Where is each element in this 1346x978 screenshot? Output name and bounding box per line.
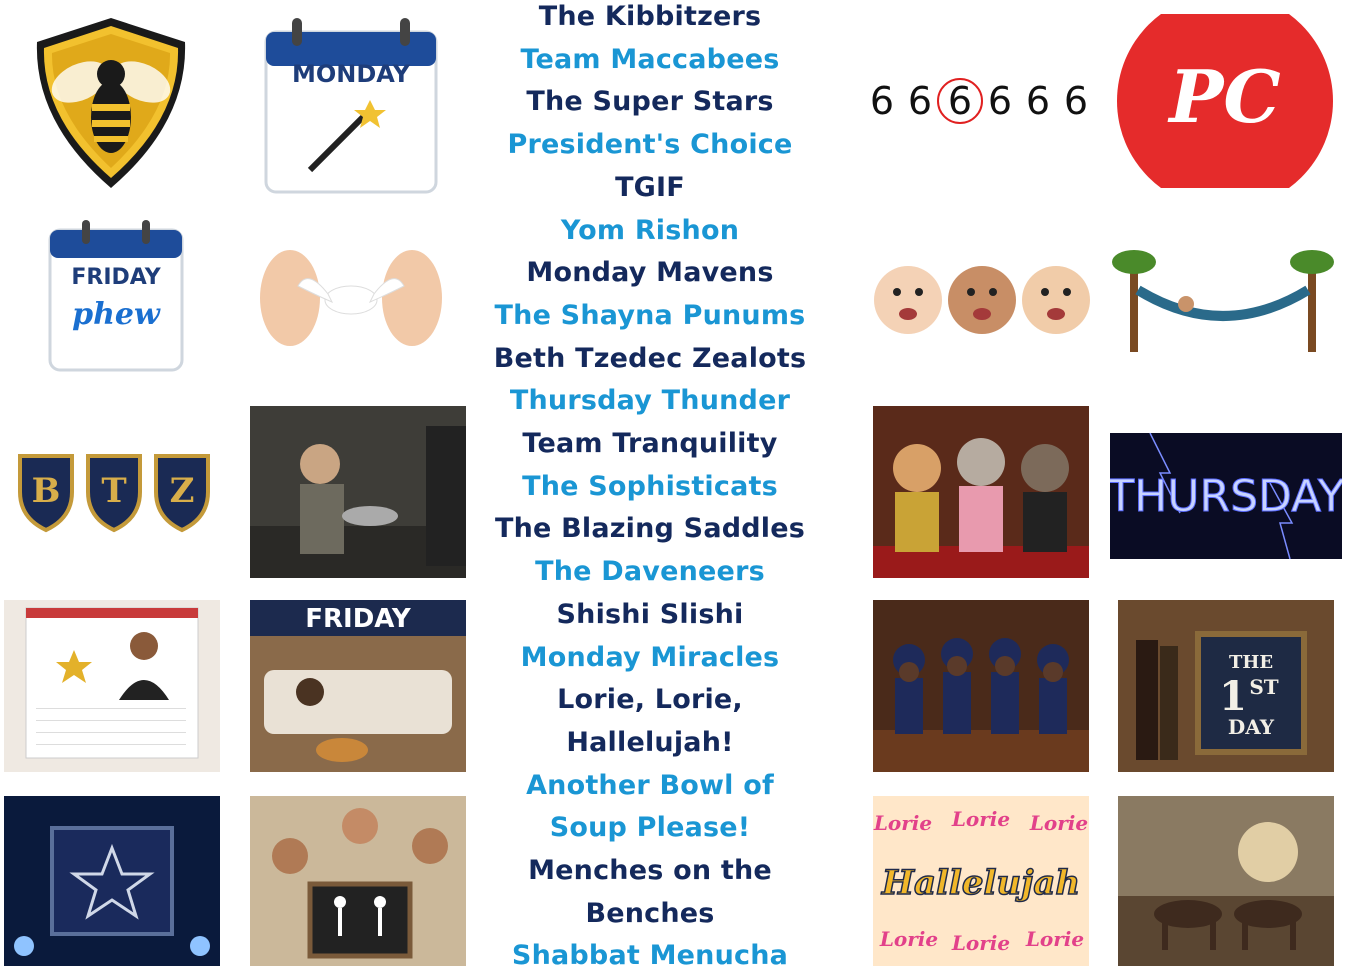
team-name: The Shayna Punums <box>494 299 806 331</box>
hammock-image <box>1112 246 1334 358</box>
svg-text:6: 6 <box>988 79 1012 123</box>
circled-six-image: 6 6 6 6 6 6 <box>858 56 1102 148</box>
team-name: Benches <box>585 897 715 929</box>
team-name: The Daveneers <box>535 556 765 588</box>
baby-faces-image <box>866 238 1098 360</box>
team-name: The Blazing Saddles <box>494 513 806 545</box>
star-frame-image <box>4 796 220 966</box>
svg-text:6: 6 <box>1064 79 1088 123</box>
thursday-lightning-image: THURSDAY <box>1110 433 1342 559</box>
team-name: Monday Mavens <box>526 257 774 289</box>
team-name: Hallelujah! <box>566 726 734 758</box>
friday-phew-calendar-image: FRIDAY phew <box>20 212 216 384</box>
team-name: Beth Tzedec Zealots <box>493 342 807 374</box>
lorie-hallelujah-image: Lorie Lorie Lorie Hallelujah Lorie Lorie… <box>873 796 1089 966</box>
svg-text:Lorie: Lorie <box>1029 811 1088 835</box>
svg-text:Lorie: Lorie <box>951 931 1010 955</box>
team-name: TGIF <box>615 171 685 203</box>
svg-text:Lorie: Lorie <box>1025 927 1084 951</box>
oliver-soup-bowl-image <box>250 406 466 578</box>
svg-text:1: 1 <box>1219 673 1247 720</box>
monday-calendar-image: MONDAY <box>250 10 450 196</box>
plush-rabbis-image <box>873 600 1089 772</box>
svg-text:Z: Z <box>170 471 195 511</box>
svg-text:FRIDAY: FRIDAY <box>71 265 161 290</box>
svg-text:6: 6 <box>870 79 894 123</box>
team-names-list: The Kibbitzers Team Maccabees The Super … <box>475 0 825 978</box>
team-name: Team Maccabees <box>520 43 780 75</box>
svg-text:T: T <box>101 471 126 511</box>
sophisticats-image <box>873 406 1089 578</box>
svg-text:DAY: DAY <box>1228 715 1275 739</box>
svg-text:Lorie: Lorie <box>879 927 938 951</box>
team-name: Another Bowl of <box>526 769 774 801</box>
team-name: Monday Miracles <box>520 641 780 673</box>
svg-text:Lorie: Lorie <box>951 807 1010 831</box>
team-name: Shishi Slishi <box>556 598 744 630</box>
team-name: Thursday Thunder <box>509 385 791 417</box>
team-name: Menches on the <box>528 855 772 887</box>
team-name: Lorie, Lorie, <box>557 684 743 716</box>
svg-text:B: B <box>32 471 61 511</box>
svg-text:6: 6 <box>908 79 932 123</box>
svg-text:Hallelujah: Hallelujah <box>881 863 1080 903</box>
ears-dove-image <box>248 216 454 380</box>
horses-sunset-image <box>1118 796 1334 966</box>
pc-logo-image: PC <box>1116 14 1334 188</box>
svg-text:MONDAY: MONDAY <box>292 60 411 88</box>
team-name: Shabbat Menucha <box>511 940 789 972</box>
svg-text:ST: ST <box>1249 675 1278 699</box>
team-name: President's Choice <box>507 129 793 161</box>
desk-calendar-woman-image <box>4 600 220 772</box>
team-name: Soup Please! <box>549 812 751 844</box>
svg-text:PC: PC <box>1167 54 1280 139</box>
team-name: The Super Stars <box>526 86 774 118</box>
bee-shield-image <box>20 12 202 194</box>
first-day-frame-image: THE 1 ST DAY <box>1118 600 1334 772</box>
svg-text:6: 6 <box>948 79 972 123</box>
team-name: The Sophisticats <box>522 470 778 502</box>
svg-text:FRIDAY: FRIDAY <box>305 604 412 634</box>
team-name: Team Tranquility <box>522 428 778 460</box>
team-name: Yom Rishon <box>560 214 740 246</box>
svg-text:THE: THE <box>1229 652 1273 673</box>
svg-text:THURSDAY: THURSDAY <box>1110 471 1342 522</box>
svg-text:6: 6 <box>1026 79 1050 123</box>
team-name: The Kibbitzers <box>538 1 762 32</box>
svg-text:phew: phew <box>72 297 161 332</box>
btz-shields-image: B T Z <box>10 440 218 540</box>
svg-text:Lorie: Lorie <box>873 811 932 835</box>
charades-family-image <box>250 796 466 966</box>
friday-couch-image: FRIDAY <box>250 600 466 772</box>
